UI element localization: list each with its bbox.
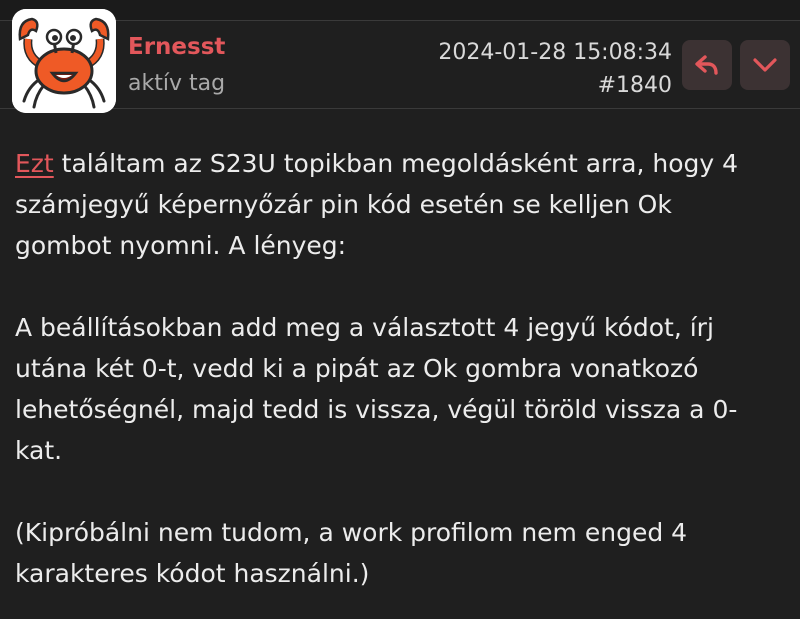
post-header: Ernesst aktív tag 2024-01-28 15:08:34 #1… xyxy=(0,20,800,109)
user-avatar[interactable] xyxy=(12,9,116,113)
more-options-button[interactable] xyxy=(740,40,790,90)
author-role: aktív tag xyxy=(128,71,226,96)
p2-line1: A beállításokban add meg a választott 4 … xyxy=(15,313,714,342)
post-date: 2024-01-28 15:08:34 xyxy=(438,40,672,65)
p1-line1: találtam az S23U topikban megoldásként a… xyxy=(53,149,739,178)
paragraph-1: Ezt találtam az S23U topikban megoldáské… xyxy=(15,143,785,266)
post-body: Ezt találtam az S23U topikban megoldáské… xyxy=(15,143,785,594)
p3-line2: karakteres kódot használni.) xyxy=(15,559,370,588)
reply-button[interactable] xyxy=(682,40,732,90)
top-divider xyxy=(0,0,800,21)
crab-avatar-icon xyxy=(12,9,116,113)
paragraph-3: (Kipróbálni nem tudom, a work profilom n… xyxy=(15,512,785,594)
post-number[interactable]: #1840 xyxy=(438,69,672,102)
chevron-down-icon xyxy=(753,58,777,72)
p2-line2: utána két 0-t, vedd ki a pipát az Ok gom… xyxy=(15,354,699,383)
post-meta: 2024-01-28 15:08:34 #1840 xyxy=(438,36,672,102)
p1-line2: számjegyű képernyőzár pin kód esetén se … xyxy=(15,190,672,219)
p2-line4: kat. xyxy=(15,436,63,465)
paragraph-2: A beállításokban add meg a választott 4 … xyxy=(15,307,785,471)
p2-line3: lehetőségnél, majd tedd is vissza, végül… xyxy=(15,395,738,424)
reply-arrow-icon xyxy=(695,55,718,75)
topic-link[interactable]: Ezt xyxy=(15,149,54,178)
p3-line1: (Kipróbálni nem tudom, a work profilom n… xyxy=(15,518,688,547)
author-name[interactable]: Ernesst xyxy=(128,34,225,60)
p1-line3: gombot nyomni. A lényeg: xyxy=(15,231,347,260)
